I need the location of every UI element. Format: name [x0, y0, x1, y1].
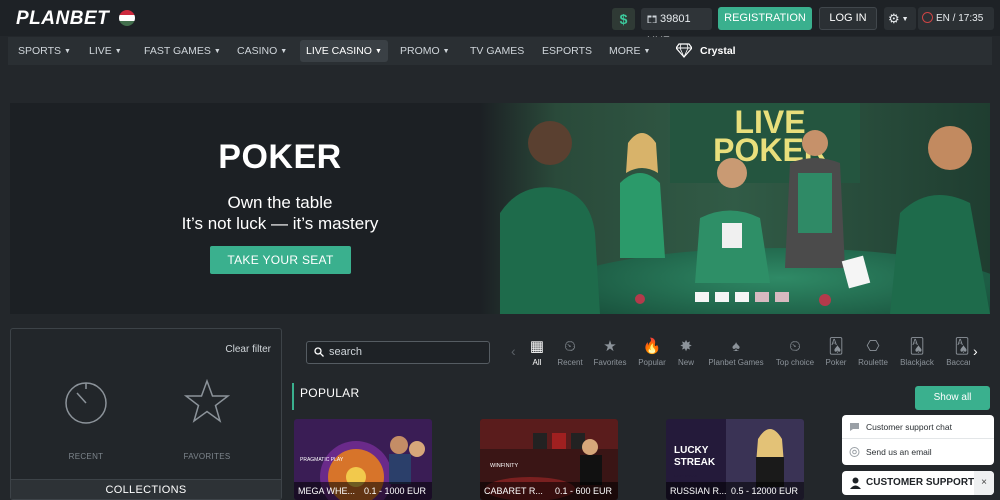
category-planbet-games[interactable]: ♠ Planbet Games — [706, 336, 766, 367]
language-time-button[interactable]: EN / 17:35 — [918, 7, 994, 30]
hungary-flag-icon[interactable] — [119, 10, 135, 26]
chevron-down-icon: ▼ — [374, 48, 382, 55]
game-limits: 0.1 - 1000 EUR — [363, 486, 426, 496]
favorites-label: FAVORITES — [183, 452, 231, 461]
chevron-right-icon[interactable]: › — [973, 343, 978, 359]
category-baccarat[interactable]: 🂡 Baccarat — [932, 336, 970, 367]
balance-display[interactable]: 39801 HUF — [641, 8, 712, 47]
chevron-down-icon: ▼ — [114, 48, 122, 55]
banner-subtitle-1: Own the table — [227, 193, 333, 212]
svg-text:STREAK: STREAK — [674, 457, 716, 468]
popular-heading: POPULAR — [300, 386, 360, 400]
banner-title: POKER — [218, 138, 342, 176]
show-all-button[interactable]: Show all — [915, 386, 990, 410]
game-card-mega-wheel[interactable]: PRAGMATIC PLAY MEGA WHE... 0.1 - 1000 EU… — [294, 419, 432, 500]
nav-item-tv-games[interactable]: TV GAMES — [470, 37, 524, 65]
search-icon — [314, 347, 324, 357]
collections-tab[interactable]: COLLECTIONS — [11, 479, 281, 499]
chevron-down-icon: ▼ — [442, 48, 450, 55]
favorites-filter[interactable]: FAVORITES — [167, 378, 247, 461]
cards-icon: 🂡 — [954, 338, 970, 355]
recent-label: RECENT — [68, 452, 104, 461]
game-caption: RUSSIAN R... 0.5 - 12000 EUR — [666, 482, 804, 500]
promo-banner[interactable]: POKER Own the table It’s not luck — it’s… — [10, 103, 990, 314]
login-button[interactable]: LOG IN — [819, 7, 877, 30]
nav-item-promo[interactable]: PROMO ▼ — [400, 37, 450, 65]
spade-icon: ♠ — [732, 338, 740, 355]
provider-label: PRAGMATIC PLAY — [300, 457, 344, 463]
chat-icon — [850, 423, 859, 431]
banner-subtitle-2: It’s not luck — it’s mastery — [181, 214, 379, 233]
section-accent-bar — [292, 383, 294, 410]
support-email-option[interactable]: Send us an email — [842, 440, 994, 464]
nav-item-esports[interactable]: ESPORTS — [542, 37, 592, 65]
provider-label: WINFINITY — [490, 463, 518, 469]
take-your-seat-button[interactable]: TAKE YOUR SEAT — [210, 246, 351, 274]
recent-filter[interactable]: RECENT — [46, 379, 126, 461]
search-input[interactable]: search — [306, 341, 490, 364]
live-poker-banner-image: LIVE POKER — [480, 103, 990, 314]
game-caption: MEGA WHE... 0.1 - 1000 EUR — [294, 482, 432, 500]
email-icon — [849, 447, 860, 457]
chevron-down-icon: ▼ — [643, 48, 651, 55]
nav-item-live[interactable]: LIVE ▼ — [89, 37, 122, 65]
game-name: RUSSIAN R... — [670, 486, 727, 496]
diamond-icon — [676, 43, 692, 58]
gear-icon: ⚙ — [888, 11, 900, 26]
language-time-label: EN / 17:35 — [936, 13, 984, 24]
nav-item-crystal[interactable]: Crystal — [676, 42, 736, 58]
support-popup: Customer support chat Send us an email — [842, 415, 994, 465]
game-card-cabaret-roulette[interactable]: WINFINITY CABARET R... 0.1 - 600 EUR — [480, 419, 618, 500]
chevron-down-icon: ▼ — [63, 48, 71, 55]
top-header: PLANBET $ 39801 HUF REGISTRATION LOG IN … — [0, 0, 1000, 47]
svg-text:LUCKY: LUCKY — [674, 445, 709, 456]
deposit-dollar-button[interactable]: $ — [612, 8, 635, 30]
customer-support-button[interactable]: CUSTOMER SUPPORT × — [842, 471, 994, 495]
settings-button[interactable]: ⚙ ▼ — [884, 7, 916, 30]
game-card-russian-roulette[interactable]: LUCKY STREAK LUCKY STREAK RUSSIAN R... 0… — [666, 419, 804, 500]
chevron-left-icon[interactable]: ‹ — [511, 343, 516, 359]
gift-icon — [647, 15, 657, 23]
nav-item-sports[interactable]: SPORTS ▼ — [18, 37, 71, 65]
nav-item-more[interactable]: MORE ▼ — [609, 37, 650, 65]
game-name: CABARET R... — [484, 486, 543, 496]
main-nav: SPORTS ▼ LIVE ▼ FAST GAMES ▼ CASINO ▼ LIVE C… — [8, 37, 992, 65]
game-name: MEGA WHE... — [298, 486, 356, 496]
clock-icon — [65, 382, 107, 424]
chevron-down-icon: ▼ — [213, 48, 221, 55]
close-icon[interactable]: × — [974, 471, 994, 495]
clear-filter-link[interactable]: Clear filter — [225, 344, 271, 355]
game-limits: 0.1 - 600 EUR — [554, 486, 612, 496]
support-chat-option[interactable]: Customer support chat — [842, 415, 994, 439]
nav-item-fast-games[interactable]: FAST GAMES ▼ — [144, 37, 221, 65]
category-strip: ▦ All ⏲ Recent ★ Favorites 🔥 Popular ✸ N… — [522, 336, 970, 372]
nav-item-live-casino[interactable]: LIVE CASINO ▼ — [300, 40, 388, 62]
provider-label: LUCKY STREAK — [674, 474, 697, 478]
chevron-down-icon: ▼ — [901, 16, 909, 23]
star-icon — [183, 378, 231, 423]
user-icon — [850, 477, 861, 489]
game-caption: CABARET R... 0.1 - 600 EUR — [480, 482, 618, 500]
chevron-down-icon: ▼ — [280, 48, 288, 55]
planbet-logo[interactable]: PLANBET — [16, 8, 109, 30]
nav-item-casino[interactable]: CASINO ▼ — [237, 37, 287, 65]
filter-panel: Clear filter RECENT FAVORITES COLLECTION… — [10, 328, 282, 500]
registration-button[interactable]: REGISTRATION — [718, 7, 812, 30]
game-limits: 0.5 - 12000 EUR — [730, 486, 798, 496]
globe-icon — [922, 12, 933, 23]
search-input-value: search — [329, 346, 363, 358]
